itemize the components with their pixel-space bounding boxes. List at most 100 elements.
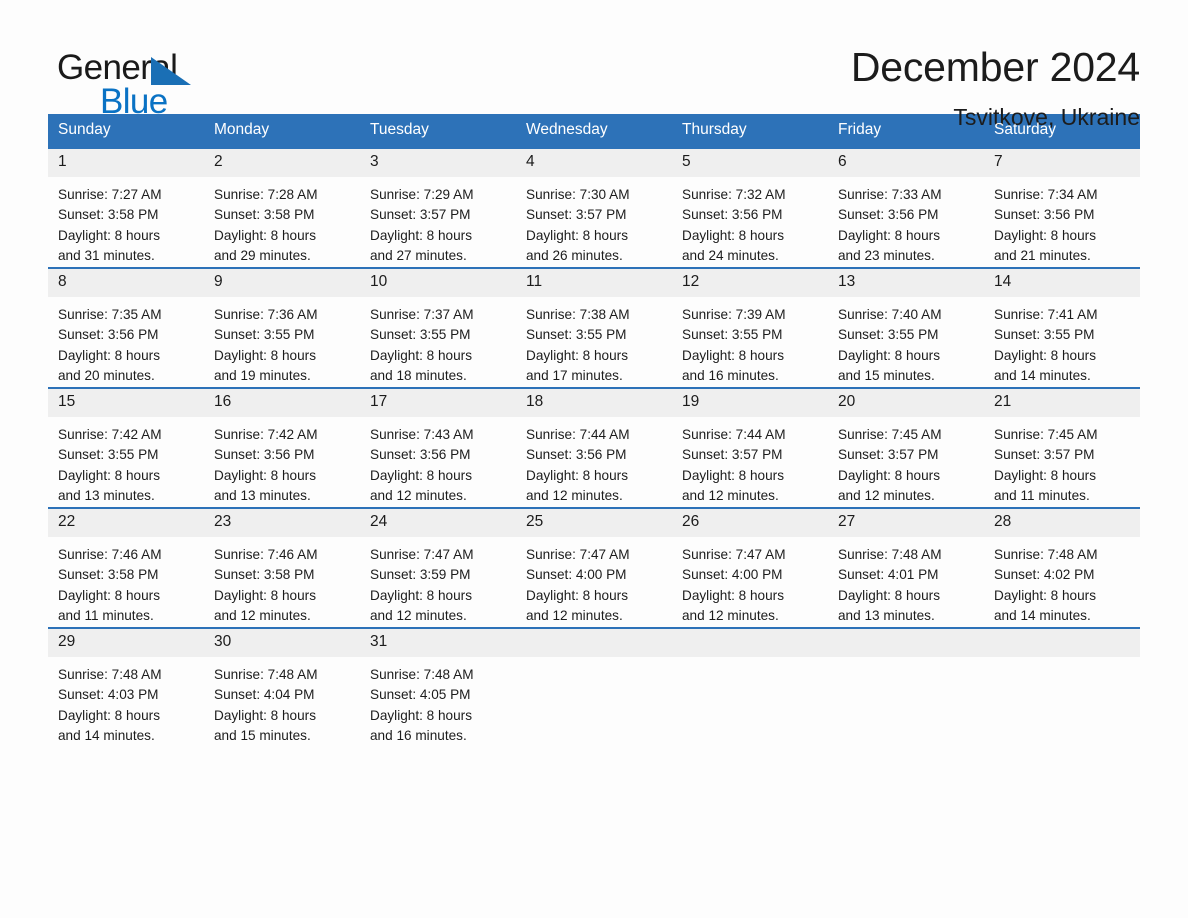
day-number: 17 <box>360 389 516 417</box>
calendar-day-cell[interactable]: 21 Sunrise: 7:45 AM Sunset: 3:57 PM Dayligh… <box>984 387 1140 508</box>
daylight-text-line1: Daylight: 8 hours <box>58 467 161 483</box>
daylight-text-line2: and 23 minutes. <box>838 247 935 263</box>
sunrise-text: Sunrise: 7:47 AM <box>526 547 630 562</box>
day-number: 13 <box>828 269 984 297</box>
calendar-day-cell[interactable]: 10 Sunrise: 7:37 AM Sunset: 3:55 PM Dayligh… <box>360 267 516 388</box>
sunrise-text: Sunrise: 7:43 AM <box>370 427 474 442</box>
day-number: 22 <box>48 509 204 537</box>
day-number: 10 <box>360 269 516 297</box>
daylight-text-line2: and 13 minutes. <box>58 487 155 503</box>
daylight-text-line2: and 12 minutes. <box>838 487 935 503</box>
daylight-text-line2: and 12 minutes. <box>682 607 779 623</box>
daylight-text-line2: and 12 minutes. <box>214 607 311 623</box>
day-details: Sunrise: 7:44 AM Sunset: 3:56 PM Daylight:… <box>516 417 672 506</box>
calendar-day-cell[interactable]: 19 Sunrise: 7:44 AM Sunset: 3:57 PM Dayligh… <box>672 387 828 508</box>
calendar-day-cell[interactable]: 3 Sunrise: 7:29 AM Sunset: 3:57 PM Daylight… <box>360 147 516 268</box>
logo-triangle-icon <box>151 57 191 85</box>
calendar-body: 1 Sunrise: 7:27 AM Sunset: 3:58 PM Daylight… <box>48 147 1140 747</box>
day-details: Sunrise: 7:48 AM Sunset: 4:01 PM Daylight:… <box>828 537 984 626</box>
daylight-text-line1: Daylight: 8 hours <box>214 467 317 483</box>
day-details: Sunrise: 7:28 AM Sunset: 3:58 PM Daylight:… <box>204 177 360 266</box>
sunrise-text: Sunrise: 7:45 AM <box>838 427 942 442</box>
day-details: Sunrise: 7:42 AM Sunset: 3:56 PM Daylight:… <box>204 417 360 506</box>
day-details: Sunrise: 7:48 AM Sunset: 4:05 PM Daylight:… <box>360 657 516 746</box>
day-number <box>984 629 1140 657</box>
calendar-day-cell[interactable]: 15 Sunrise: 7:42 AM Sunset: 3:55 PM Dayligh… <box>48 387 204 508</box>
day-number: 6 <box>828 149 984 177</box>
day-number: 7 <box>984 149 1140 177</box>
calendar-day-cell[interactable]: 27 Sunrise: 7:48 AM Sunset: 4:01 PM Dayligh… <box>828 507 984 628</box>
calendar-empty-cell <box>516 627 672 747</box>
calendar-day-cell[interactable]: 4 Sunrise: 7:30 AM Sunset: 3:57 PM Daylight… <box>516 147 672 268</box>
day-details: Sunrise: 7:30 AM Sunset: 3:57 PM Daylight:… <box>516 177 672 266</box>
daylight-text-line1: Daylight: 8 hours <box>994 467 1097 483</box>
calendar-day-cell[interactable]: 23 Sunrise: 7:46 AM Sunset: 3:58 PM Dayligh… <box>204 507 360 628</box>
calendar-day-cell[interactable]: 18 Sunrise: 7:44 AM Sunset: 3:56 PM Dayligh… <box>516 387 672 508</box>
daylight-text-line1: Daylight: 8 hours <box>682 347 785 363</box>
calendar-day-cell[interactable]: 2 Sunrise: 7:28 AM Sunset: 3:58 PM Daylight… <box>204 147 360 268</box>
day-details: Sunrise: 7:35 AM Sunset: 3:56 PM Daylight:… <box>48 297 204 386</box>
calendar-day-cell[interactable]: 31 Sunrise: 7:48 AM Sunset: 4:05 PM Dayligh… <box>360 627 516 747</box>
sunset-text: Sunset: 3:55 PM <box>838 327 939 343</box>
daylight-text-line1: Daylight: 8 hours <box>370 587 473 603</box>
calendar-day-cell[interactable]: 24 Sunrise: 7:47 AM Sunset: 3:59 PM Dayligh… <box>360 507 516 628</box>
sunset-text: Sunset: 3:56 PM <box>682 207 783 223</box>
calendar-day-cell[interactable]: 7 Sunrise: 7:34 AM Sunset: 3:56 PM Daylight… <box>984 147 1140 268</box>
calendar-day-cell[interactable]: 14 Sunrise: 7:41 AM Sunset: 3:55 PM Dayligh… <box>984 267 1140 388</box>
calendar-day-cell[interactable]: 17 Sunrise: 7:43 AM Sunset: 3:56 PM Dayligh… <box>360 387 516 508</box>
daylight-text-line1: Daylight: 8 hours <box>370 227 473 243</box>
daylight-text-line1: Daylight: 8 hours <box>682 227 785 243</box>
day-details: Sunrise: 7:42 AM Sunset: 3:55 PM Daylight:… <box>48 417 204 506</box>
sunrise-text: Sunrise: 7:48 AM <box>838 547 942 562</box>
calendar-day-cell[interactable]: 25 Sunrise: 7:47 AM Sunset: 4:00 PM Dayligh… <box>516 507 672 628</box>
sunset-text: Sunset: 3:56 PM <box>58 327 159 343</box>
calendar-day-cell[interactable]: 28 Sunrise: 7:48 AM Sunset: 4:02 PM Dayligh… <box>984 507 1140 628</box>
sunset-text: Sunset: 3:56 PM <box>526 447 627 463</box>
sunrise-text: Sunrise: 7:45 AM <box>994 427 1098 442</box>
sunset-text: Sunset: 3:55 PM <box>58 447 159 463</box>
day-number <box>828 629 984 657</box>
day-number: 19 <box>672 389 828 417</box>
day-details: Sunrise: 7:34 AM Sunset: 3:56 PM Daylight:… <box>984 177 1140 266</box>
calendar-week-row: 15 Sunrise: 7:42 AM Sunset: 3:55 PM Dayligh… <box>48 387 1140 508</box>
sunset-text: Sunset: 3:55 PM <box>214 327 315 343</box>
general-blue-logo: General Blue <box>48 46 198 120</box>
day-number: 27 <box>828 509 984 537</box>
daylight-text-line1: Daylight: 8 hours <box>682 587 785 603</box>
calendar-day-cell[interactable]: 6 Sunrise: 7:33 AM Sunset: 3:56 PM Daylight… <box>828 147 984 268</box>
calendar-day-cell[interactable]: 20 Sunrise: 7:45 AM Sunset: 3:57 PM Dayligh… <box>828 387 984 508</box>
sunrise-sunset-calendar: Sunday Monday Tuesday Wednesday Thursday… <box>48 114 1140 747</box>
calendar-day-cell[interactable]: 29 Sunrise: 7:48 AM Sunset: 4:03 PM Dayligh… <box>48 627 204 747</box>
sunrise-text: Sunrise: 7:48 AM <box>214 667 318 682</box>
calendar-day-cell[interactable]: 16 Sunrise: 7:42 AM Sunset: 3:56 PM Dayligh… <box>204 387 360 508</box>
calendar-day-cell[interactable]: 5 Sunrise: 7:32 AM Sunset: 3:56 PM Daylight… <box>672 147 828 268</box>
daylight-text-line2: and 21 minutes. <box>994 247 1091 263</box>
sunrise-text: Sunrise: 7:44 AM <box>682 427 786 442</box>
sunrise-text: Sunrise: 7:33 AM <box>838 187 942 202</box>
calendar-day-cell[interactable]: 13 Sunrise: 7:40 AM Sunset: 3:55 PM Dayligh… <box>828 267 984 388</box>
calendar-day-cell[interactable]: 26 Sunrise: 7:47 AM Sunset: 4:00 PM Dayligh… <box>672 507 828 628</box>
calendar-day-cell[interactable]: 8 Sunrise: 7:35 AM Sunset: 3:56 PM Daylight… <box>48 267 204 388</box>
sunset-text: Sunset: 3:57 PM <box>682 447 783 463</box>
day-details: Sunrise: 7:29 AM Sunset: 3:57 PM Daylight:… <box>360 177 516 266</box>
calendar-day-cell[interactable]: 30 Sunrise: 7:48 AM Sunset: 4:04 PM Dayligh… <box>204 627 360 747</box>
calendar-day-cell[interactable]: 9 Sunrise: 7:36 AM Sunset: 3:55 PM Daylight… <box>204 267 360 388</box>
weekday-header-tuesday: Tuesday <box>360 114 516 148</box>
daylight-text-line2: and 13 minutes. <box>838 607 935 623</box>
day-details: Sunrise: 7:47 AM Sunset: 4:00 PM Daylight:… <box>672 537 828 626</box>
sunrise-text: Sunrise: 7:47 AM <box>682 547 786 562</box>
calendar-day-cell[interactable]: 12 Sunrise: 7:39 AM Sunset: 3:55 PM Dayligh… <box>672 267 828 388</box>
daylight-text-line1: Daylight: 8 hours <box>682 467 785 483</box>
sunset-text: Sunset: 3:59 PM <box>370 567 471 583</box>
daylight-text-line2: and 26 minutes. <box>526 247 623 263</box>
day-number: 26 <box>672 509 828 537</box>
calendar-day-cell[interactable]: 11 Sunrise: 7:38 AM Sunset: 3:55 PM Dayligh… <box>516 267 672 388</box>
calendar-day-cell[interactable]: 22 Sunrise: 7:46 AM Sunset: 3:58 PM Dayligh… <box>48 507 204 628</box>
day-number: 4 <box>516 149 672 177</box>
sunrise-text: Sunrise: 7:40 AM <box>838 307 942 322</box>
day-details: Sunrise: 7:39 AM Sunset: 3:55 PM Daylight:… <box>672 297 828 386</box>
calendar-day-cell[interactable]: 1 Sunrise: 7:27 AM Sunset: 3:58 PM Daylight… <box>48 147 204 268</box>
daylight-text-line2: and 12 minutes. <box>370 607 467 623</box>
day-number: 31 <box>360 629 516 657</box>
daylight-text-line1: Daylight: 8 hours <box>526 227 629 243</box>
